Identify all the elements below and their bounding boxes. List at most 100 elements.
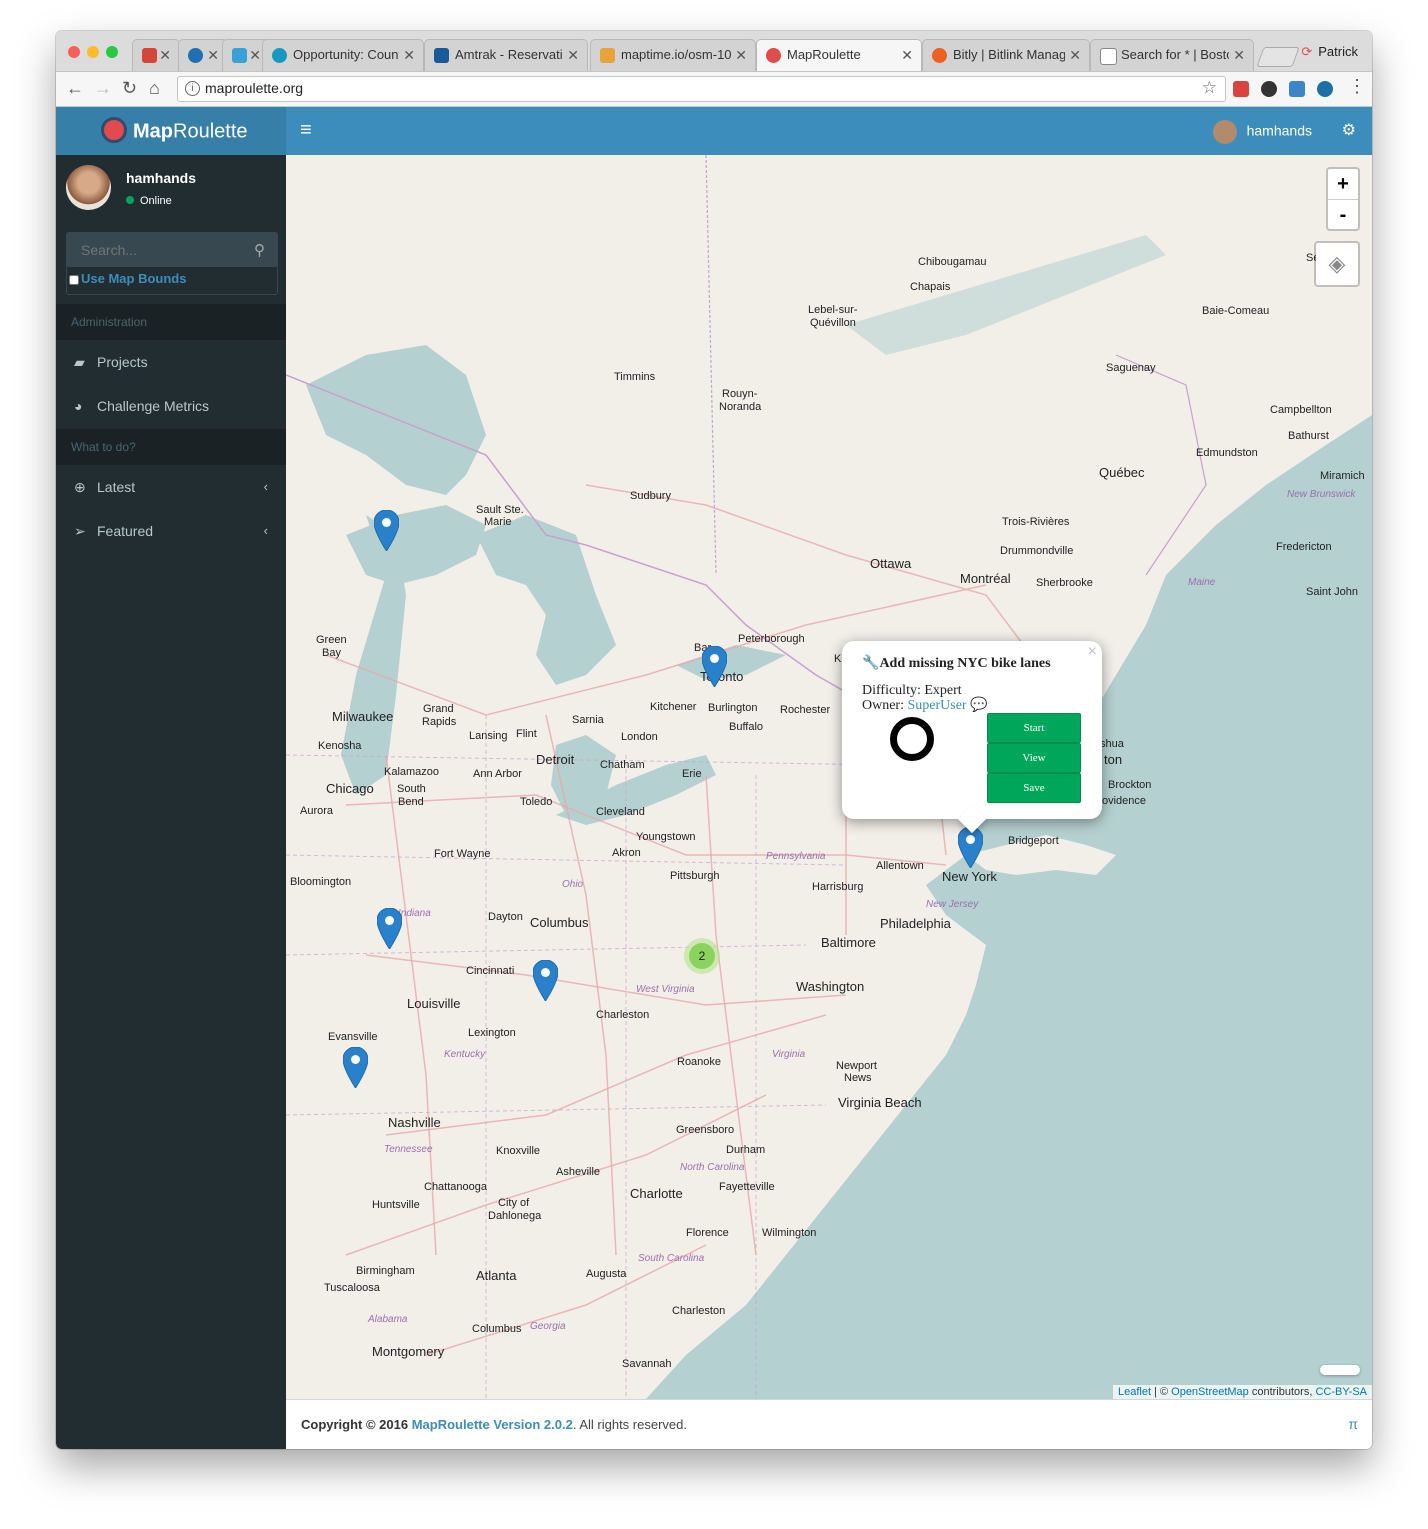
sidebar-item-featured[interactable]: ➢ Featured ‹ <box>56 509 286 553</box>
close-tab-icon[interactable]: ✕ <box>403 40 415 70</box>
gear-extension-icon[interactable] <box>1261 81 1277 97</box>
amtrak-icon <box>434 48 449 63</box>
zoom-in-button[interactable]: + <box>1328 169 1358 199</box>
map-marker-icon[interactable] <box>702 646 727 687</box>
use-map-bounds-checkbox[interactable] <box>69 274 79 285</box>
close-tab-icon[interactable]: ✕ <box>735 40 747 70</box>
tab-gmail[interactable]: ✕ <box>132 39 180 71</box>
pi-link[interactable]: π <box>1348 1416 1358 1432</box>
minimize-window-button[interactable] <box>87 46 99 58</box>
view-button[interactable]: View <box>987 743 1081 773</box>
footer-text: Copyright © 2016 MapRoulette Version 2.0… <box>301 1417 687 1432</box>
tab-maptime[interactable]: maptime.io/osm-10 ✕ <box>590 39 756 71</box>
close-tab-icon[interactable]: ✕ <box>567 40 579 70</box>
close-tab-icon[interactable]: ✕ <box>249 40 261 70</box>
close-tab-icon[interactable]: ✕ <box>901 40 913 70</box>
marker-cluster[interactable]: 2 <box>684 938 720 974</box>
tab-search[interactable]: Search for * | Bosto ✕ <box>1090 39 1254 71</box>
profile-name: Patrick <box>1318 44 1358 59</box>
back-arrow-icon[interactable]: ← <box>66 78 84 99</box>
forward-arrow-icon[interactable]: → <box>94 78 112 99</box>
map-label: Miramich <box>1320 470 1365 482</box>
selected-map-marker-icon[interactable] <box>958 827 983 868</box>
gears-icon[interactable]: ⚙ <box>1342 120 1356 140</box>
circle-app-icon <box>188 48 203 63</box>
map-label: Edmundston <box>1196 447 1258 459</box>
sidebar-item-latest[interactable]: ⊕ Latest ‹ <box>56 465 286 509</box>
license-link[interactable]: CC-BY-SA <box>1315 1386 1367 1398</box>
map-label: Rapids <box>422 716 457 728</box>
close-tab-icon[interactable]: ✕ <box>159 40 171 70</box>
owner-label: Owner: <box>862 698 908 713</box>
tab-salesforce[interactable]: Opportunity: Count ✕ <box>262 39 424 71</box>
extension-red-icon[interactable] <box>1233 81 1249 97</box>
map-label: Harrisburg <box>812 881 864 893</box>
map-label: Greensboro <box>676 1124 735 1136</box>
layers-button[interactable]: ◈ <box>1314 241 1360 287</box>
osm-link[interactable]: OpenStreetMap <box>1171 1386 1249 1398</box>
browser-menu-icon[interactable]: ⋮ <box>1348 76 1366 97</box>
map-label: Burlington <box>708 702 758 714</box>
map-label: Nashville <box>388 1115 441 1130</box>
map-label: Trois-Rivières <box>1002 516 1070 528</box>
map-marker-icon[interactable] <box>374 510 399 551</box>
zoom-out-button[interactable]: - <box>1328 199 1358 230</box>
owner-link[interactable]: SuperUser <box>908 698 967 713</box>
map-label: Ottawa <box>870 556 912 571</box>
search-icon[interactable]: ⚲ <box>254 241 265 259</box>
use-map-bounds-text: Use Map Bounds <box>81 271 187 286</box>
browser-profile[interactable]: ⟳ Patrick <box>1301 44 1358 60</box>
tab-app-2[interactable]: ✕ <box>178 39 228 71</box>
popup-title: 🔧Add missing NYC bike lanes <box>862 655 1051 672</box>
map-marker-icon[interactable] <box>343 1047 368 1088</box>
map-label: Toledo <box>520 796 553 808</box>
map-label: Washington <box>796 979 865 994</box>
map-label: City of <box>498 1197 530 1209</box>
close-tab-icon[interactable]: ✕ <box>1233 40 1245 70</box>
sidebar-item-projects[interactable]: ▰ Projects <box>56 340 286 384</box>
hamburger-menu-icon[interactable]: ≡ <box>300 119 312 142</box>
info-icon[interactable]: i <box>185 81 200 96</box>
challenge-popup: × 🔧Add missing NYC bike lanes Difficulty… <box>842 641 1102 834</box>
logo[interactable]: MapRoulette <box>101 117 248 145</box>
close-tab-icon[interactable]: ✕ <box>207 40 219 70</box>
new-tab-button[interactable] <box>1256 47 1300 67</box>
map-scale-control <box>1320 1365 1360 1375</box>
extension-y-icon[interactable] <box>1289 81 1305 97</box>
close-tab-icon[interactable]: ✕ <box>1069 40 1081 70</box>
reload-icon[interactable]: ↻ <box>122 78 137 99</box>
save-button[interactable]: Save <box>987 773 1081 803</box>
map-marker-icon[interactable] <box>377 908 402 949</box>
map-label: Baie-Comeau <box>1202 305 1270 317</box>
tab-amtrak[interactable]: Amtrak - Reservatio ✕ <box>424 39 588 71</box>
tab-maproulette[interactable]: MapRoulette ✕ <box>756 39 922 71</box>
extension-circle-icon[interactable] <box>1317 81 1333 97</box>
user-menu[interactable]: hamhands <box>1212 120 1312 144</box>
search-input[interactable] <box>67 233 277 267</box>
home-icon[interactable]: ⌂ <box>149 78 160 99</box>
bookmark-star-icon[interactable]: ☆ <box>1202 78 1217 98</box>
address-bar[interactable]: i maproulette.org ☆ <box>177 76 1226 102</box>
map-label: South <box>397 783 426 795</box>
map-tiles <box>286 155 1372 1399</box>
sidebar-item-challenge-metrics[interactable]: ◕ Challenge Metrics <box>56 384 286 428</box>
start-button[interactable]: Start <box>987 713 1081 743</box>
user-status: Online <box>126 195 172 207</box>
map-label: North Carolina <box>680 1162 745 1173</box>
map-label: West Virginia <box>636 984 695 995</box>
leaflet-link[interactable]: Leaflet <box>1118 1386 1151 1398</box>
map-label: Knoxville <box>496 1145 541 1157</box>
profile-icon: ⟳ <box>1301 44 1313 59</box>
comment-icon[interactable]: 💬 <box>970 698 987 713</box>
use-map-bounds-label[interactable]: Use Map Bounds <box>67 271 186 286</box>
popup-close-icon[interactable]: × <box>1088 643 1097 661</box>
tab-label: Bitly | Bitlink Manag <box>953 47 1065 62</box>
tab-label: Opportunity: Count <box>293 47 399 62</box>
maximize-window-button[interactable] <box>106 46 118 58</box>
map[interactable]: Chibougamau Chapais Lebel-sur- Quévillon… <box>286 155 1372 1399</box>
map-marker-icon[interactable] <box>533 960 558 1001</box>
tab-bitly[interactable]: Bitly | Bitlink Manag ✕ <box>922 39 1090 71</box>
close-window-button[interactable] <box>68 46 80 58</box>
version-link[interactable]: MapRoulette Version 2.0.2 <box>412 1417 573 1432</box>
map-label: Lexington <box>468 1027 516 1039</box>
